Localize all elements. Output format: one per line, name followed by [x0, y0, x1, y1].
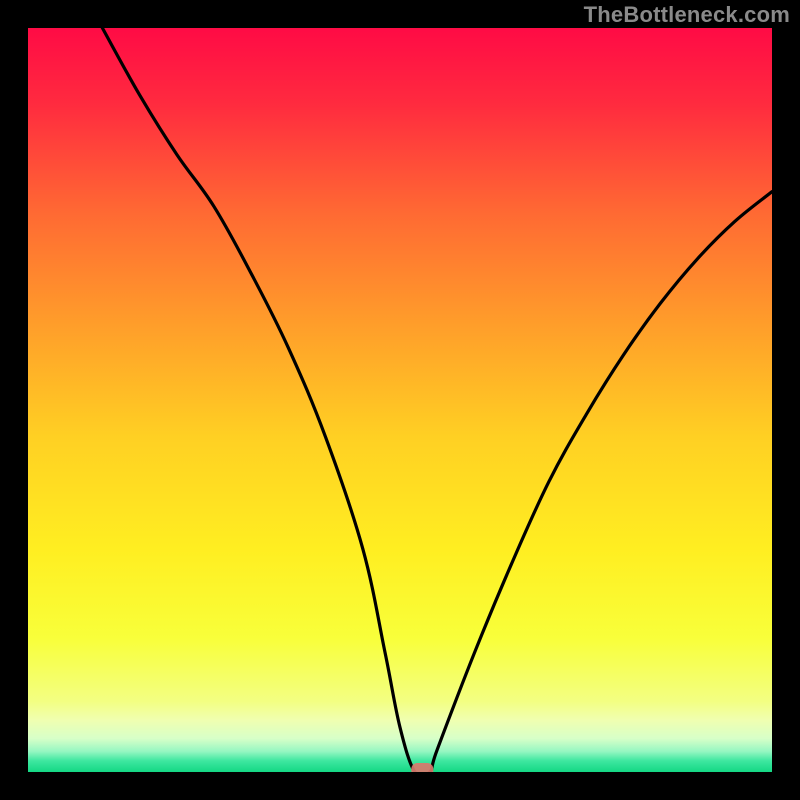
watermark-text: TheBottleneck.com [584, 2, 790, 28]
optimal-point-marker [411, 763, 433, 772]
bottleneck-plot [28, 28, 772, 772]
chart-frame: TheBottleneck.com [0, 0, 800, 800]
gradient-background [28, 28, 772, 772]
chart-svg [28, 28, 772, 772]
